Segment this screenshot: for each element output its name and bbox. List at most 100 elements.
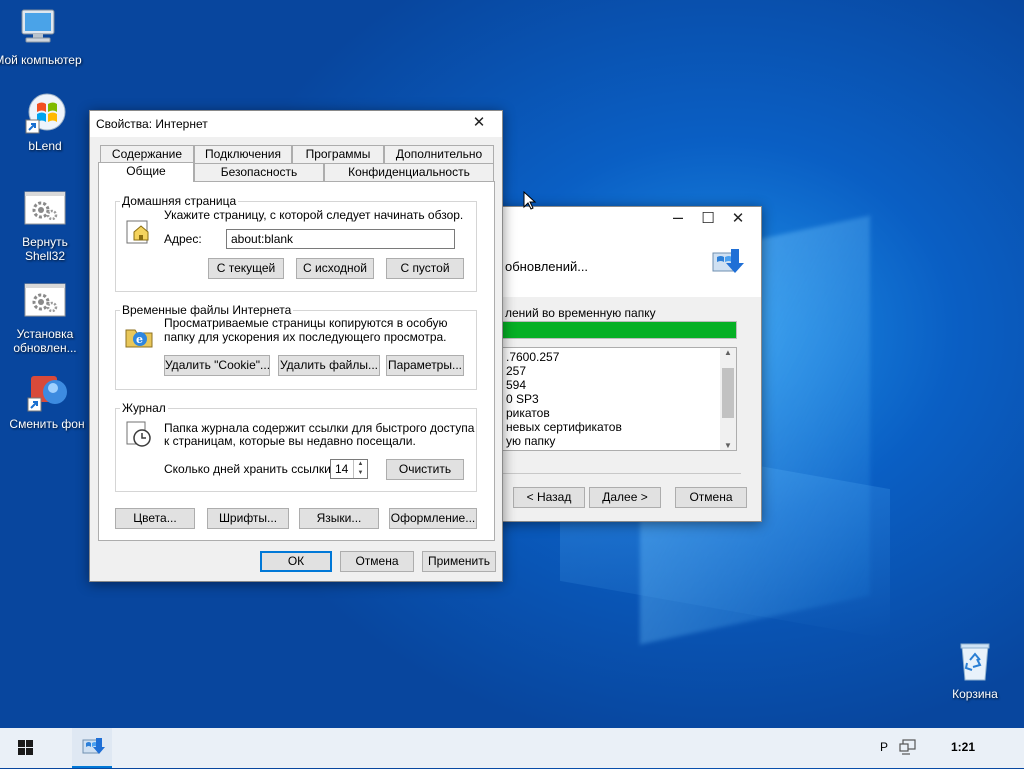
next-button[interactable]: Далее >: [589, 487, 661, 508]
scroll-up-icon[interactable]: ▲: [720, 348, 736, 357]
taskbar: Р 1:21: [0, 728, 1024, 768]
history-group-title: Журнал: [120, 401, 168, 415]
tab-advanced[interactable]: Дополнительно: [384, 145, 494, 163]
apply-button[interactable]: Применить: [422, 551, 496, 572]
log-lines: .7600.257 257 594 0 SP3 рикатов невых сертифи…: [506, 350, 622, 448]
tab-programs[interactable]: Программы: [292, 145, 384, 163]
temp-files-description-2: папку для ускорения их последующего прос…: [164, 330, 447, 344]
settings-gears-icon: [23, 188, 67, 232]
progress-label: лений во временную папку: [505, 306, 656, 320]
maximize-icon[interactable]: ☐: [693, 209, 723, 229]
history-clock-icon: [124, 419, 154, 449]
delete-files-button[interactable]: Удалить файлы...: [278, 355, 380, 376]
taskbar-item-update-wizard[interactable]: [72, 728, 112, 768]
history-days-stepper[interactable]: ▲ ▼: [353, 460, 367, 478]
windows-update-icon: [82, 738, 105, 754]
desktop-icon-blend[interactable]: bLend: [1, 92, 89, 153]
windows-logo-icon: [23, 92, 67, 136]
languages-button[interactable]: Языки...: [299, 508, 379, 529]
log-scrollbar[interactable]: ▲ ▼: [720, 348, 736, 450]
home-page-group: Домашняя страница Укажите страницу, с ко…: [115, 194, 477, 292]
settings-button[interactable]: Параметры...: [386, 355, 464, 376]
start-button[interactable]: [8, 734, 44, 762]
log-line: 0 SP3: [506, 392, 539, 406]
desktop-icon-label: Вернуть Shell32: [22, 235, 68, 263]
temp-files-group: Временные файлы Интернета e Просматривае…: [115, 303, 477, 390]
use-current-button[interactable]: С текущей: [208, 258, 284, 279]
desktop-icon-label: Сменить фон: [9, 417, 85, 431]
cancel-button[interactable]: Отмена: [340, 551, 414, 572]
history-days-input[interactable]: 14 ▲ ▼: [330, 459, 368, 479]
home-page-icon: [124, 216, 154, 246]
fonts-button[interactable]: Шрифты...: [207, 508, 289, 529]
desktop-icon-change-wallpaper[interactable]: Сменить фон: [3, 370, 91, 431]
stepper-up-icon[interactable]: ▲: [354, 460, 367, 469]
wizard-cancel-button[interactable]: Отмена: [675, 487, 747, 508]
tab-privacy[interactable]: Конфиденциальность: [324, 163, 494, 181]
windows-update-icon: [711, 245, 745, 279]
recycle-bin-icon: [953, 640, 997, 684]
log-line: 594: [506, 378, 527, 392]
history-group: Журнал Папка журнала содержит ссылки для…: [115, 401, 477, 492]
log-line: ую папку: [506, 434, 556, 448]
desktop-icon-restore-shell32[interactable]: Вернуть Shell32: [1, 188, 89, 263]
tab-connections[interactable]: Подключения: [194, 145, 292, 163]
progress-fill: [502, 322, 736, 338]
computer-icon: [16, 6, 60, 50]
dialog-titlebar[interactable]: Свойства: Интернет: [90, 111, 502, 137]
ok-button[interactable]: ОК: [260, 551, 332, 572]
home-page-description: Укажите страницу, с которой следует начи…: [164, 208, 464, 222]
log-line: рикатов: [506, 406, 550, 420]
desktop-icon-install-updates[interactable]: Установка обновлен...: [1, 280, 89, 355]
log-line: 257: [506, 364, 527, 378]
history-days-value: 14: [335, 462, 349, 476]
log-line: невых сертификатов: [506, 420, 622, 434]
desktop-icon-label: Корзина: [952, 687, 998, 701]
home-page-group-title: Домашняя страница: [120, 194, 239, 208]
address-input[interactable]: about:blank: [226, 229, 455, 249]
use-default-button[interactable]: С исходной: [296, 258, 374, 279]
address-label: Адрес:: [164, 232, 202, 246]
clock[interactable]: 1:21: [951, 740, 975, 754]
history-description-2: к страницам, которые вы недавно посещали…: [164, 434, 416, 448]
colors-button[interactable]: Цвета...: [115, 508, 195, 529]
delete-cookies-button[interactable]: Удалить "Cookie"...: [164, 355, 270, 376]
general-tab-panel: Домашняя страница Укажите страницу, с ко…: [98, 181, 495, 541]
dialog-title: Свойства: Интернет: [96, 117, 208, 131]
close-icon[interactable]: ✕: [464, 113, 494, 133]
wizard-divider: [501, 473, 741, 474]
desktop-icon-label: Мой компьютер: [0, 53, 82, 67]
change-wallpaper-icon: [25, 370, 69, 414]
accessibility-button[interactable]: Оформление...: [389, 508, 477, 529]
svg-text:e: e: [136, 333, 143, 346]
history-days-label: Сколько дней хранить ссылки:: [164, 462, 335, 476]
wizard-header-title: обновлений...: [505, 259, 589, 274]
desktop-icon-recycle-bin[interactable]: Корзина: [931, 640, 1019, 701]
log-list[interactable]: .7600.257 257 594 0 SP3 рикатов невых сертифи…: [501, 347, 737, 451]
update-wizard-window[interactable]: – ☐ ✕ обновлений... лений во временную п…: [470, 206, 762, 522]
tab-content[interactable]: Содержание: [100, 145, 194, 163]
language-indicator[interactable]: Р: [880, 740, 888, 754]
temp-files-group-title: Временные файлы Интернета: [120, 303, 294, 317]
stepper-down-icon[interactable]: ▼: [354, 469, 367, 478]
tab-security[interactable]: Безопасность: [194, 163, 324, 181]
desktop-icon-my-computer[interactable]: Мой компьютер: [0, 6, 82, 67]
scroll-down-icon[interactable]: ▼: [720, 441, 736, 450]
settings-gears-icon: [23, 280, 67, 324]
log-line: .7600.257: [506, 350, 560, 364]
back-button[interactable]: < Назад: [513, 487, 585, 508]
temp-files-description-1: Просматриваемые страницы копируются в ос…: [164, 316, 448, 330]
clear-history-button[interactable]: Очистить: [386, 459, 464, 480]
wizard-header: обновлений...: [471, 233, 761, 297]
mouse-cursor-icon: [523, 190, 537, 211]
close-icon[interactable]: ✕: [723, 209, 753, 229]
tab-general[interactable]: Общие: [98, 162, 194, 182]
use-blank-button[interactable]: С пустой: [386, 258, 464, 279]
network-icon[interactable]: [898, 738, 920, 756]
scroll-thumb[interactable]: [722, 368, 734, 418]
windows-start-icon: [18, 740, 33, 755]
desktop-icon-label: Установка обновлен...: [13, 327, 77, 355]
internet-options-dialog[interactable]: Свойства: Интернет ✕ Содержание Подключе…: [89, 110, 503, 582]
minimize-icon[interactable]: –: [663, 208, 693, 229]
progress-bar: [501, 321, 737, 339]
